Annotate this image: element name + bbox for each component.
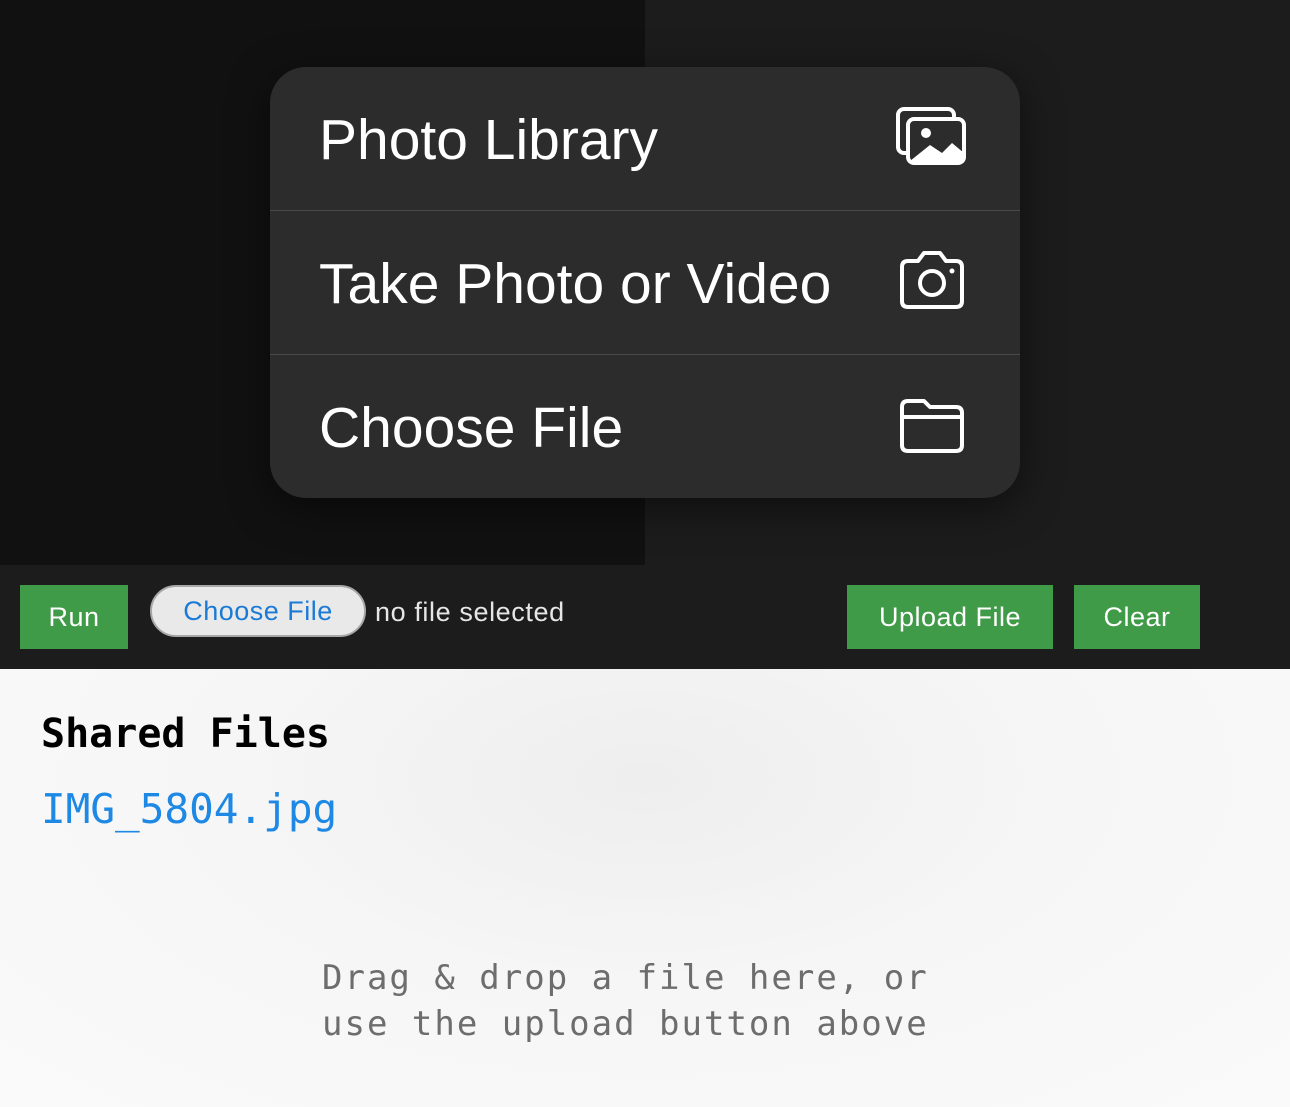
file-source-menu: Photo Library Take Photo or Video Choose…	[270, 67, 1020, 498]
menu-item-photo-library[interactable]: Photo Library	[270, 67, 1020, 210]
choose-file-button[interactable]: Choose File	[150, 585, 366, 637]
drop-hint-line: use the upload button above	[322, 1004, 929, 1044]
menu-item-label: Take Photo or Video	[319, 252, 832, 316]
menu-item-label: Choose File	[319, 396, 624, 460]
file-status-text: no file selected	[375, 597, 565, 627]
menu-item-take-photo[interactable]: Take Photo or Video	[270, 211, 1020, 354]
drop-hint: Drag & drop a file here, or use the uplo…	[322, 955, 962, 1047]
camera-icon	[900, 251, 964, 309]
photo-library-icon	[896, 107, 966, 165]
drop-hint-line: Drag & drop a file here, or	[322, 958, 929, 998]
run-button[interactable]: Run	[20, 585, 128, 649]
toolbar: Run Choose File no file selected Upload …	[0, 565, 1290, 669]
section-title: Shared Files	[41, 711, 330, 757]
clear-button[interactable]: Clear	[1074, 585, 1200, 649]
folder-icon	[900, 399, 964, 453]
file-link[interactable]: IMG_5804.jpg	[41, 785, 337, 833]
menu-item-choose-file[interactable]: Choose File	[270, 355, 1020, 498]
menu-item-label: Photo Library	[319, 108, 659, 172]
shared-files-area[interactable]: Shared Files IMG_5804.jpg Drag & drop a …	[0, 669, 1290, 1107]
upload-file-button[interactable]: Upload File	[847, 585, 1053, 649]
